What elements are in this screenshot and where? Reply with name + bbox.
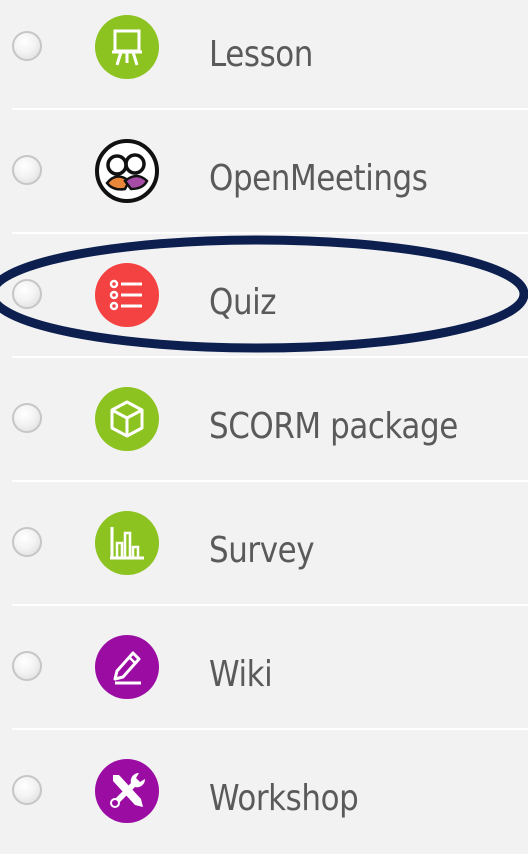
activity-label-workshop[interactable]: Workshop [209, 774, 359, 824]
radio-lesson[interactable] [12, 31, 42, 61]
activity-item-openmeetings[interactable]: OpenMeetings [0, 110, 528, 234]
lesson-easel-icon [95, 15, 159, 79]
activity-label-wiki[interactable]: Wiki [209, 650, 273, 700]
activity-item-quiz[interactable]: Quiz [0, 234, 528, 358]
openmeetings-people-icon [95, 139, 159, 203]
activity-label-scorm-package[interactable]: SCORM package [209, 402, 458, 452]
quiz-list-icon [95, 263, 159, 327]
activity-item-lesson[interactable]: Lesson [0, 0, 528, 110]
activity-item-workshop[interactable]: Workshop [0, 730, 528, 854]
activity-label-lesson[interactable]: Lesson [209, 30, 313, 80]
activity-label-survey[interactable]: Survey [209, 526, 315, 576]
radio-survey[interactable] [12, 527, 42, 557]
scorm-cube-icon [95, 387, 159, 451]
wiki-pencil-icon [95, 635, 159, 699]
activity-chooser-list: Lesson OpenMeetings Quiz SCORM package S… [0, 0, 528, 832]
radio-openmeetings[interactable] [12, 155, 42, 185]
workshop-tools-icon [95, 759, 159, 823]
survey-chart-icon [95, 511, 159, 575]
activity-item-scorm-package[interactable]: SCORM package [0, 358, 528, 482]
radio-wiki[interactable] [12, 651, 42, 681]
activity-label-quiz[interactable]: Quiz [209, 278, 277, 328]
activity-item-wiki[interactable]: Wiki [0, 606, 528, 730]
radio-scorm-package[interactable] [12, 403, 42, 433]
radio-workshop[interactable] [12, 775, 42, 805]
activity-item-survey[interactable]: Survey [0, 482, 528, 606]
radio-quiz[interactable] [12, 279, 42, 309]
activity-label-openmeetings[interactable]: OpenMeetings [209, 154, 428, 204]
